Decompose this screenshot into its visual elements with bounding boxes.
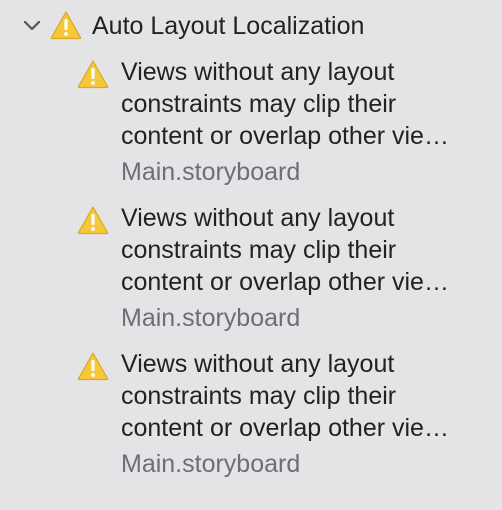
warning-triangle-icon: [77, 206, 109, 235]
chevron-down-icon[interactable]: [22, 18, 42, 34]
issue-row[interactable]: Views without any layout constraints may…: [0, 56, 502, 196]
issue-message-line: constraints may clip their: [121, 382, 397, 410]
issue-message-line: content or overlap other vie…: [121, 268, 449, 296]
warning-triangle-icon: [77, 352, 109, 381]
issue-message-line: constraints may clip their: [121, 236, 397, 264]
issue-message-line: Views without any layout: [121, 204, 395, 232]
issue-message-line: Views without any layout: [121, 350, 395, 378]
issue-message: Views without any layout constraints may…: [121, 202, 483, 298]
issue-file-name: Main.storyboard: [121, 304, 301, 332]
warning-triangle-icon: [77, 60, 109, 89]
issue-group-title: Auto Layout Localization: [92, 12, 365, 40]
issue-group-header[interactable]: Auto Layout Localization: [0, 8, 502, 44]
warning-triangle-icon: [50, 11, 82, 40]
issue-message: Views without any layout constraints may…: [121, 348, 483, 444]
issue-message: Views without any layout constraints may…: [121, 56, 483, 152]
issue-message-line: Views without any layout: [121, 58, 395, 86]
issue-row[interactable]: Views without any layout constraints may…: [0, 348, 502, 488]
issue-file-name: Main.storyboard: [121, 450, 301, 478]
issue-message-line: content or overlap other vie…: [121, 414, 449, 442]
issue-row[interactable]: Views without any layout constraints may…: [0, 202, 502, 342]
issue-message-line: constraints may clip their: [121, 90, 397, 118]
issue-file-name: Main.storyboard: [121, 158, 301, 186]
issue-message-line: content or overlap other vie…: [121, 122, 449, 150]
